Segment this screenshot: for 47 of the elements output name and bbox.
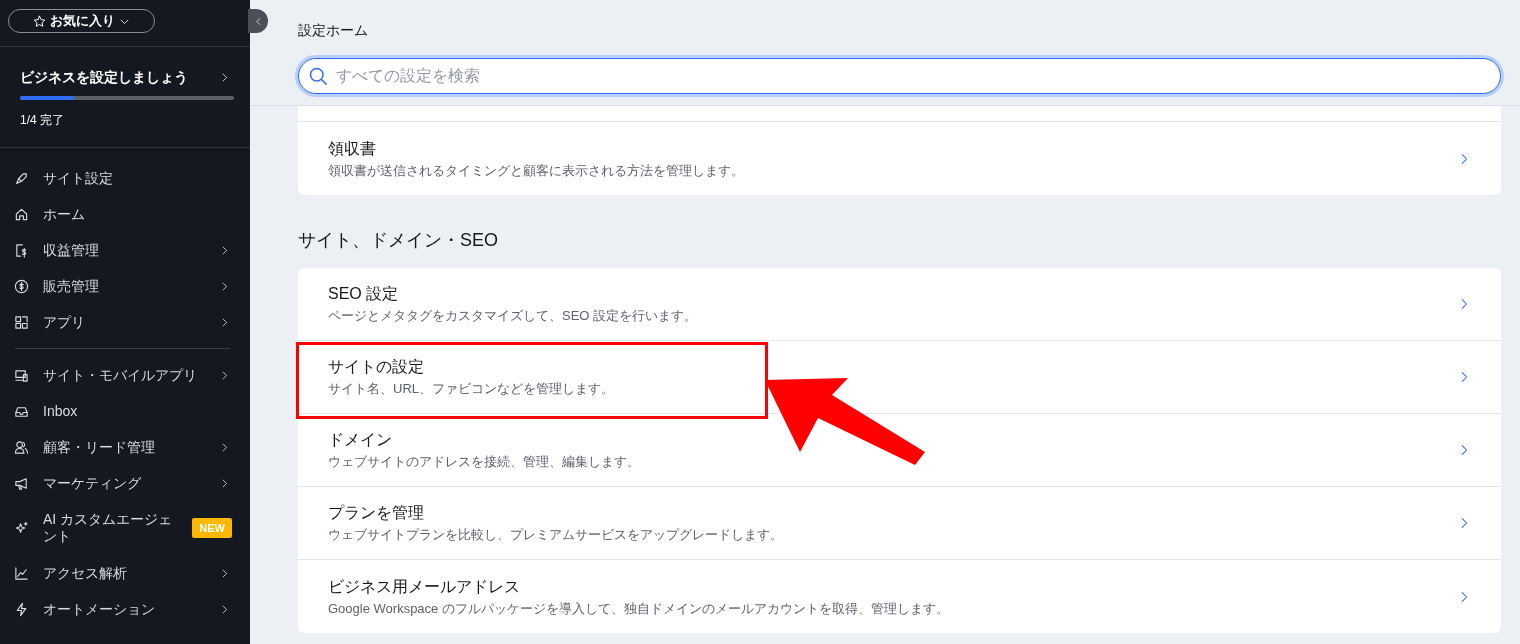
search-field[interactable]: すべての設定を検索 (298, 58, 1501, 94)
sidebar-item[interactable]: サイト設定 (0, 160, 250, 196)
dollar-circle-icon (14, 278, 29, 294)
apps-icon (14, 314, 29, 330)
megaphone-icon (14, 475, 29, 491)
sparkle-icon (14, 520, 29, 536)
sidebar-item[interactable]: 販売管理 (0, 268, 250, 304)
sidebar-item[interactable]: 収益管理 (0, 232, 250, 268)
settings-row[interactable]: ビジネス用メールアドレス Google Workspace のフルパッケージを導入して、独自ドメインのメールアカウントを取得、管理します。 (298, 560, 1501, 633)
collapse-button[interactable] (248, 9, 268, 33)
settings-row[interactable]: SEO 設定 ページとメタタグをカスタマイズして、SEO 設定を行います。 (298, 268, 1501, 341)
setup-link[interactable]: ビジネスを設定しましょう (0, 47, 250, 87)
row-description: サイト名、URL、ファビコンなどを管理します。 (328, 380, 615, 399)
row-description: ページとメタタグをカスタマイズして、SEO 設定を行います。 (328, 307, 699, 326)
row-title: プランを管理 (328, 503, 425, 524)
sidebar-item[interactable]: オートメーション (0, 591, 250, 627)
row-description: ウェブサイトプランを比較し、プレミアムサービスをアップグレードします。 (328, 526, 784, 545)
row-title: 領収書 (328, 138, 377, 159)
sidebar-item[interactable]: アクセス解析 (0, 555, 250, 591)
row-title: ドメイン (328, 430, 393, 451)
dollar-document-icon (14, 242, 29, 258)
settings-row[interactable]: 領収書 領収書が送信されるタイミングと顧客に表示される方法を管理します。 (298, 122, 1501, 195)
home-icon (14, 206, 29, 222)
sidebar-item[interactable]: マーケティング (0, 465, 250, 501)
star-icon (33, 14, 46, 28)
new-badge: NEW (192, 517, 232, 539)
row-description: ウェブサイトのアドレスを接続、管理、編集します。 (328, 453, 641, 472)
sidebar-item[interactable]: ホーム (0, 196, 250, 232)
devices-icon (14, 367, 29, 383)
people-icon (14, 439, 29, 455)
sidebar-item[interactable]: サイト・モバイルアプリ (0, 357, 250, 393)
row-description: Google Workspace のフルパッケージを導入して、独自ドメインのメールアカウントを取得、管理します。 (328, 599, 950, 618)
sidebar-item[interactable]: Inbox (0, 393, 250, 429)
line-chart-icon (14, 565, 29, 581)
lightning-icon (14, 601, 29, 617)
section-heading: サイト、ドメイン・SEO (298, 229, 499, 252)
settings-row[interactable]: プランを管理 ウェブサイトプランを比較し、プレミアムサービスをアップグレードします。 (298, 487, 1501, 560)
sidebar-item[interactable]: アプリ (0, 304, 250, 340)
row-description: 領収書が送信されるタイミングと顧客に表示される方法を管理します。 (328, 161, 745, 180)
chevron-left-icon (253, 16, 263, 26)
page-title: 設定ホーム (298, 21, 369, 40)
sidebar-item[interactable]: 顧客・リード管理 (0, 429, 250, 465)
progress-text: 1/4 完了 (19, 112, 65, 129)
sidebar-item[interactable]: AI カスタムエージェント NEW (0, 501, 250, 555)
row-title: サイトの設定 (328, 357, 425, 378)
row-title: ビジネス用メールアドレス (328, 576, 521, 597)
row-title: SEO 設定 (328, 284, 400, 305)
